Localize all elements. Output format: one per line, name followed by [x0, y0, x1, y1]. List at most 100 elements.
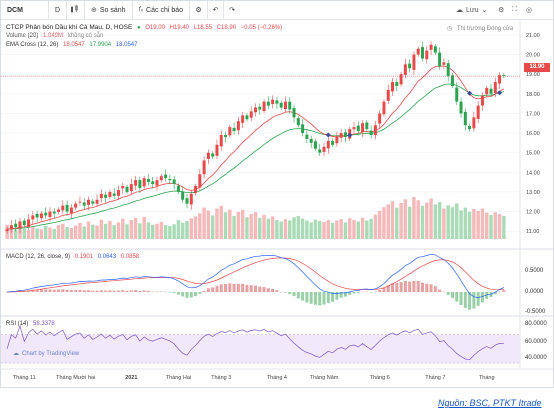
x-tick-label: Tháng 11	[13, 375, 36, 381]
macd-histogram-bar	[232, 283, 236, 292]
rsi-axis-bottom: 40.0000	[525, 355, 547, 361]
volume-bar	[365, 220, 369, 239]
candle-body	[185, 198, 189, 204]
candle-body	[416, 48, 420, 55]
volume-bar	[313, 219, 318, 239]
candle-body	[305, 134, 309, 139]
volume-bar	[450, 207, 455, 239]
macd-histogram-bar	[399, 282, 403, 292]
candle-body	[395, 82, 399, 86]
macd-histogram-bar	[356, 292, 360, 293]
volume-bar	[22, 228, 26, 239]
macd-histogram-bar	[322, 292, 326, 305]
candle-body	[95, 199, 99, 204]
candle-body	[343, 132, 347, 137]
volume-bar	[270, 216, 275, 239]
macd-histogram-bar	[249, 285, 253, 292]
volume-bar	[236, 211, 241, 239]
rsi-legend: RSI (14) 58.3378	[6, 321, 58, 327]
volume-bar	[420, 205, 425, 239]
candle-body	[31, 215, 35, 220]
macd-histogram-bar	[134, 290, 138, 292]
candle-body	[74, 203, 78, 208]
volume-bar	[125, 224, 129, 239]
volume-bar	[31, 227, 35, 239]
x-tick-label: Tháng 6	[370, 375, 390, 381]
candle-body	[493, 82, 497, 94]
candle-body	[9, 225, 13, 230]
candle-body	[164, 174, 168, 179]
candle-body	[99, 193, 103, 199]
candle-body	[386, 89, 390, 101]
chart-frame: DCM D ⊕ So sánh 𝑓ₓ Các chỉ báo ⚙ ↶ ↷ ☁ L…	[0, 0, 554, 388]
candle-body	[318, 149, 322, 153]
ema-cross-marker	[347, 132, 353, 138]
macd-histogram-bar	[412, 281, 416, 292]
volume-bar	[95, 225, 99, 239]
candle-body	[172, 179, 176, 185]
macd-histogram-bar	[395, 283, 399, 292]
volume-bar	[467, 211, 472, 239]
x-tick-label: Tháng Mười hai	[56, 375, 95, 381]
candle-body	[296, 118, 300, 126]
volume-bar	[279, 221, 283, 239]
candle-body	[421, 47, 424, 59]
macd-histogram-bar	[309, 292, 313, 304]
volume-bar	[275, 220, 279, 239]
volume-bar	[403, 199, 408, 239]
volume-bar	[206, 210, 211, 239]
y-tick-label: 13.00	[526, 190, 540, 196]
volume-bar	[322, 221, 326, 239]
volume-bar	[223, 212, 228, 239]
macd-histogram-bar	[228, 283, 232, 292]
macd-histogram-bar	[151, 291, 155, 293]
y-tick-label: 21.00	[526, 33, 540, 39]
volume-bar	[335, 220, 339, 239]
volume-bar	[163, 225, 168, 239]
candle-body	[283, 101, 287, 110]
macd-histogram-bar	[189, 292, 193, 298]
candle-body	[425, 50, 429, 60]
chart-canvas[interactable]: 21.00 20.00 19.00 18.00 17.00 16.00 15.00 14.00…	[1, 1, 553, 387]
candle-body	[391, 82, 395, 92]
candle-body	[301, 124, 305, 134]
macd-histogram-bar	[502, 290, 506, 292]
macd-histogram-bar	[146, 290, 150, 292]
volume-bar	[202, 207, 206, 239]
macd-histogram-bar	[480, 292, 484, 303]
candle-body	[65, 204, 69, 212]
volume-bar	[502, 215, 506, 239]
macd-histogram-bar	[296, 292, 300, 299]
candle-body	[271, 99, 275, 104]
macd-histogram-bar	[326, 292, 330, 303]
candle-body	[228, 127, 232, 136]
volume-bar	[373, 214, 378, 239]
source-note[interactable]: Nguồn: BSC, PTKT Itrade	[438, 398, 542, 408]
macd-histogram-bar	[472, 292, 476, 309]
macd-histogram-bar	[168, 292, 172, 293]
volume-bar	[193, 216, 198, 239]
candle-body	[14, 223, 18, 228]
volume-bar	[86, 221, 91, 239]
macd-histogram-bar	[455, 292, 459, 302]
candle-body	[61, 205, 65, 211]
macd-histogram-bar	[78, 289, 82, 292]
macd-histogram-bar	[352, 292, 356, 294]
volume-bar	[442, 208, 446, 239]
macd-histogram-bar	[403, 281, 407, 292]
volume-bar	[309, 222, 313, 239]
volume-bar	[369, 218, 373, 239]
macd-histogram-bar	[142, 290, 146, 292]
macd-histogram-bar	[459, 292, 463, 306]
volume-bar	[168, 226, 172, 239]
x-tick-label: Tháng 4	[267, 375, 287, 381]
tradingview-logo-icon: ☁	[13, 351, 19, 357]
tradingview-credit[interactable]: ☁ Chart by TradingView	[13, 350, 79, 358]
candle-body	[129, 184, 133, 192]
candle-body	[52, 211, 56, 214]
volume-bar	[210, 215, 215, 239]
rsi-axis-top: 80.0000	[525, 321, 547, 327]
macd-histogram-bar	[198, 292, 202, 294]
volume-bar	[133, 217, 138, 239]
volume-bar	[52, 228, 56, 239]
